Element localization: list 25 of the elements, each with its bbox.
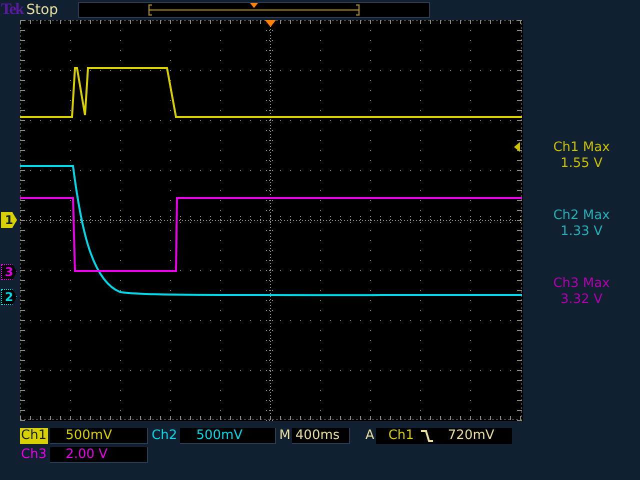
trigger-label: A [365,428,374,443]
channel-scale: 2.00 V [50,446,148,462]
timebase-label: M [279,428,290,443]
timebase-value: 400ms [292,428,350,444]
channel-marker: 3 [1,264,17,280]
brand-logo: Tek [1,1,24,19]
measurement-label: Ch2 Max [553,208,610,224]
channel-label: Ch2 [150,428,178,444]
measurement-value: 3.32 V [560,292,602,308]
channel-marker: 1 [1,212,17,228]
trigger-level-icon [514,142,520,152]
trigger-level: 720mV [448,428,494,443]
acquisition-state: Stop [26,2,58,18]
measurement-value: 1.55 V [560,156,602,172]
measurement-label: Ch1 Max [553,140,610,156]
measurement-value: 1.33 V [560,224,602,240]
measurement-label: Ch3 Max [553,276,610,292]
channel-marker: 2 [1,289,17,305]
channel-scale: 500mV [50,428,148,444]
falling-edge-icon [420,428,434,442]
trigger-source: Ch1 [388,428,414,443]
trigger-position-icon [265,20,276,27]
channel-label: Ch3 [20,446,48,462]
channel-label: Ch1 [20,428,48,444]
channel-scale: 500mV [180,428,276,444]
